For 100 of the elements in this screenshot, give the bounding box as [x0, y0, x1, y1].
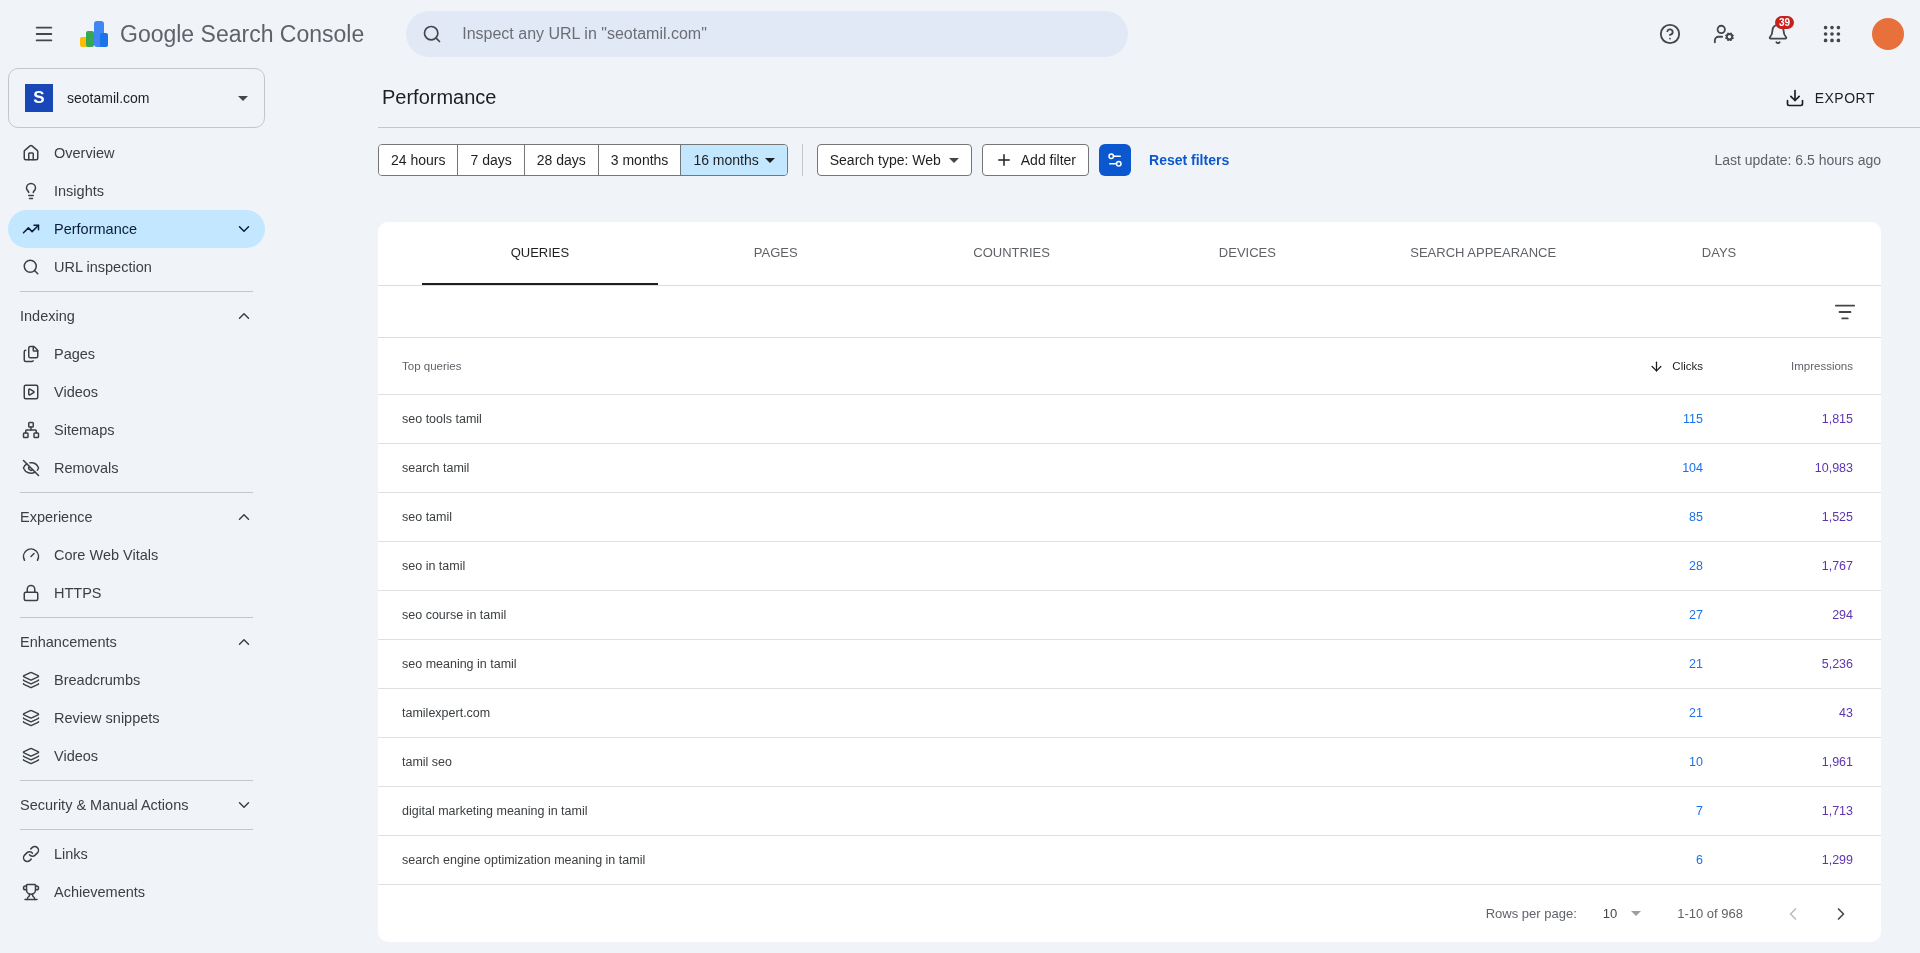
table-cell: 1,961 — [1821, 755, 1853, 769]
nav-section-header[interactable]: Indexing — [8, 297, 265, 335]
nav-section-header[interactable]: Experience — [8, 498, 265, 536]
tab[interactable]: PAGES — [657, 222, 894, 285]
product-name: Google Search Console — [120, 20, 365, 48]
page-range: 1-10 of 968 — [1677, 906, 1743, 921]
sitemap-icon — [22, 421, 40, 439]
apps-grid-icon — [1821, 23, 1843, 45]
notifications-button[interactable]: 39 — [1758, 14, 1798, 54]
notification-count: 39 — [1774, 16, 1794, 29]
date-range-option[interactable]: 16 months — [680, 145, 787, 175]
date-range-option[interactable]: 3 months — [597, 145, 681, 175]
layers-icon — [22, 709, 40, 727]
layers-icon — [22, 747, 40, 765]
nav-item[interactable]: Removals — [8, 449, 265, 487]
table-cell-text: tamil seo — [402, 755, 454, 769]
table-cell: 21 — [1689, 706, 1703, 720]
search-input[interactable]: Inspect any URL in "seotamil.com" — [460, 24, 1113, 44]
rows-per-page-select[interactable]: 10 — [1596, 905, 1648, 922]
tab[interactable]: COUNTRIES — [893, 222, 1130, 285]
avatar[interactable] — [1872, 18, 1904, 50]
column-header[interactable]: Impressions — [1791, 360, 1853, 372]
table-cell: 104 — [1682, 461, 1703, 475]
add-filter-button[interactable]: Add filter — [981, 144, 1090, 176]
tab[interactable]: DAYS — [1601, 222, 1837, 285]
table-cell: 43 — [1839, 706, 1853, 720]
tab[interactable]: DEVICES — [1129, 222, 1366, 285]
sliders-icon — [1106, 151, 1125, 169]
pages-icon — [22, 345, 40, 363]
export-button[interactable]: EXPORT — [1778, 86, 1881, 109]
table-cell-text: digital marketing meaning in tamil — [402, 804, 589, 818]
table-cell-text: seo in tamil — [402, 559, 467, 573]
help-icon — [1659, 23, 1681, 45]
caret-icon — [1631, 911, 1642, 916]
table-cell: 28 — [1689, 559, 1703, 573]
arrow-down-icon — [1649, 358, 1665, 374]
table-cell: 10 — [1689, 755, 1703, 769]
table-cell-text: seo tamil — [402, 510, 454, 524]
video-icon — [22, 383, 40, 401]
eye-off-icon — [22, 459, 40, 477]
search-type-dropdown[interactable]: Search type: Web — [816, 144, 972, 176]
home-icon — [22, 144, 40, 162]
table-cell-text: seo tools tamil — [402, 412, 483, 426]
nav-item[interactable]: Performance — [8, 210, 265, 248]
reset-filters-link[interactable]: Reset filters — [1149, 152, 1230, 168]
nav-item[interactable]: Insights — [8, 172, 265, 210]
tab[interactable]: QUERIES — [422, 222, 658, 285]
table-cell-text: seo meaning in tamil — [402, 657, 518, 671]
date-range-option[interactable]: 7 days — [457, 145, 524, 175]
lock-icon — [22, 584, 40, 602]
column-header[interactable]: Top queries — [402, 360, 462, 372]
nav-item[interactable]: Achievements — [8, 873, 265, 911]
nav-item[interactable]: Links — [8, 835, 265, 873]
caret-icon — [764, 157, 775, 163]
user-gear-icon — [1713, 23, 1735, 45]
table-cell-text: seo course in tamil — [402, 608, 508, 622]
link-icon — [22, 845, 40, 863]
page-title: Performance — [382, 86, 497, 109]
table-cell: 1,299 — [1821, 853, 1853, 867]
nav-item[interactable]: Core Web Vitals — [8, 536, 265, 574]
tab[interactable]: SEARCH APPEARANCE — [1365, 222, 1602, 285]
table-cell: 6 — [1696, 853, 1703, 867]
table-cell-text: search tamil — [402, 461, 471, 475]
table-cell: 1,767 — [1821, 559, 1853, 573]
gauge-icon — [22, 546, 40, 564]
rows-per-page-label: Rows per page: — [1485, 906, 1577, 921]
property-letter: S — [25, 84, 53, 112]
table-cell: 10,983 — [1814, 461, 1853, 475]
table-cell: 85 — [1689, 510, 1703, 524]
table-cell-text: tamilexpert.com — [402, 706, 492, 720]
nav-item[interactable]: Breadcrumbs — [8, 661, 265, 699]
nav-item[interactable]: Videos — [8, 373, 265, 411]
table-cell: 7 — [1696, 804, 1703, 818]
nav-item[interactable]: Review snippets — [8, 699, 265, 737]
property-selector[interactable]: S seotamil.com — [8, 68, 265, 128]
date-range-option[interactable]: 28 days — [523, 145, 598, 175]
table-cell: 294 — [1832, 608, 1853, 622]
trophy-icon — [22, 883, 40, 901]
caret-icon — [238, 95, 248, 101]
nav-section-header[interactable]: Security & Manual Actions — [8, 786, 265, 824]
nav-item[interactable]: Overview — [8, 134, 265, 172]
last-update-text: Last update: 6.5 hours ago — [1714, 152, 1881, 168]
table-cell: 27 — [1689, 608, 1703, 622]
search-field[interactable]: Inspect any URL in "seotamil.com" — [406, 11, 1129, 57]
table-cell: 5,236 — [1821, 657, 1853, 671]
filter-settings-button[interactable] — [1099, 144, 1132, 176]
table-cell: 1,713 — [1821, 804, 1853, 818]
nav-item[interactable]: Pages — [8, 335, 265, 373]
search-icon — [22, 258, 40, 276]
table-cell-text: search engine optimization meaning in tamil — [402, 853, 647, 867]
column-header[interactable]: Clicks — [1649, 358, 1703, 374]
nav-item[interactable]: URL inspection — [8, 248, 265, 286]
nav-item[interactable]: Videos — [8, 737, 265, 775]
table-cell: 115 — [1683, 412, 1703, 426]
table-cell: 1,525 — [1821, 510, 1853, 524]
date-range-option[interactable]: 24 hours — [379, 145, 458, 175]
download-icon — [1784, 87, 1805, 108]
nav-section-header[interactable]: Enhancements — [8, 623, 265, 661]
nav-item[interactable]: Sitemaps — [8, 411, 265, 449]
nav-item[interactable]: HTTPS — [8, 574, 265, 612]
